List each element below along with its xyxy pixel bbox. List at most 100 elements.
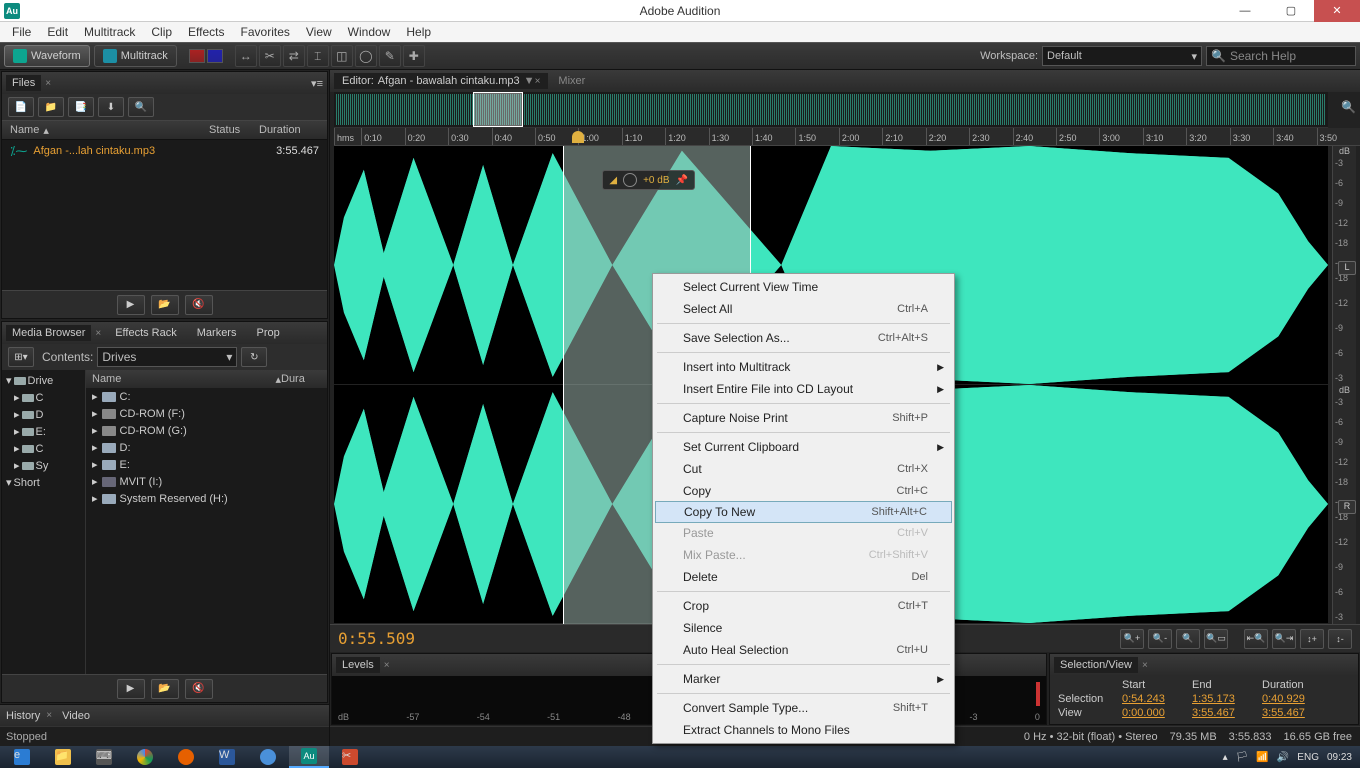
play-button[interactable]: ▶ <box>117 295 145 315</box>
tray-chevron-icon[interactable]: ▴ <box>1223 752 1228 763</box>
zoom-vertical-in-button[interactable]: ↕+ <box>1300 629 1324 649</box>
waveform-overview[interactable]: 🔍 <box>334 92 1328 128</box>
markers-tab[interactable]: Markers <box>191 325 243 341</box>
taskbar-chrome[interactable] <box>125 746 165 768</box>
context-menu-item[interactable]: Auto Heal SelectionCtrl+U <box>655 639 952 661</box>
tray-clock[interactable]: 09:23 <box>1327 752 1352 763</box>
close-icon[interactable]: × <box>95 328 101 339</box>
loop-button[interactable]: 📂 <box>151 295 179 315</box>
tray-volume-icon[interactable]: 🔊 <box>1277 752 1289 763</box>
menu-favorites[interactable]: Favorites <box>233 23 298 41</box>
channel-left-badge[interactable]: L <box>1338 261 1356 275</box>
zoom-in-end-button[interactable]: 🔍⇥ <box>1272 629 1296 649</box>
brush-tool[interactable]: ✎ <box>379 45 401 67</box>
menu-edit[interactable]: Edit <box>39 23 76 41</box>
list-col-duration[interactable]: Dura <box>281 373 321 385</box>
list-item[interactable]: ▸MVIT (I:) <box>86 473 327 490</box>
marquee-tool[interactable]: ◫ <box>331 45 353 67</box>
video-tab[interactable]: Video <box>62 710 90 722</box>
col-name[interactable]: Name <box>10 124 39 136</box>
taskbar-audition[interactable]: Au <box>289 746 329 768</box>
context-menu-item[interactable]: Insert Entire File into CD Layout▶ <box>655 378 952 400</box>
close-button[interactable]: ✕ <box>1314 0 1360 22</box>
list-item[interactable]: ▸C: <box>86 388 327 405</box>
context-menu-item[interactable]: Extract Channels to Mono Files <box>655 719 952 741</box>
pin-icon[interactable]: 📌 <box>676 175 688 186</box>
record-button[interactable]: ⬇ <box>98 97 124 117</box>
contents-select[interactable]: Drives▾ <box>97 347 237 367</box>
playhead-marker[interactable] <box>572 131 584 143</box>
panel-menu-icon[interactable]: ▾≡ <box>311 77 323 90</box>
menu-file[interactable]: File <box>4 23 39 41</box>
selection-end[interactable]: 1:35.173 <box>1192 693 1262 705</box>
context-menu-item[interactable]: Marker▶ <box>655 668 952 690</box>
files-tab[interactable]: Files <box>6 75 41 91</box>
maximize-button[interactable]: ▢ <box>1268 0 1314 22</box>
time-ruler[interactable]: hms 0:10 0:20 0:30 0:40 0:50 1:00 1:10 1… <box>334 128 1360 146</box>
menu-help[interactable]: Help <box>398 23 439 41</box>
filter-button[interactable]: 🔍 <box>128 97 154 117</box>
context-menu-item[interactable]: Insert into Multitrack▶ <box>655 356 952 378</box>
selection-start[interactable]: 0:54.243 <box>1122 693 1192 705</box>
autoplay-button[interactable]: 🔇 <box>185 295 213 315</box>
open-file-button[interactable]: 📄 <box>8 97 34 117</box>
col-status[interactable]: Status <box>209 124 259 136</box>
overview-selection[interactable] <box>473 92 523 127</box>
tree-item[interactable]: ▾ Short <box>2 474 85 491</box>
move-tool[interactable]: ↔ <box>235 45 257 67</box>
context-menu-item[interactable]: Copy To NewShift+Alt+C <box>655 501 952 523</box>
col-duration[interactable]: Duration <box>259 124 319 136</box>
menu-view[interactable]: View <box>298 23 340 41</box>
zoom-in-start-button[interactable]: ⇤🔍 <box>1244 629 1268 649</box>
loop-button[interactable]: 📂 <box>151 679 179 699</box>
taskbar-firefox[interactable] <box>166 746 206 768</box>
menu-clip[interactable]: Clip <box>143 23 180 41</box>
tree-item[interactable]: ▸E: <box>2 423 85 440</box>
zoom-selection-button[interactable]: 🔍▭ <box>1204 629 1228 649</box>
close-icon[interactable]: × <box>535 76 541 87</box>
lasso-tool[interactable]: ◯ <box>355 45 377 67</box>
list-item[interactable]: ▸E: <box>86 456 327 473</box>
editor-tab[interactable]: Editor: Afgan - bawalah cintaku.mp3 ▼ × <box>334 73 548 89</box>
taskbar-explorer[interactable]: 📁 <box>43 746 83 768</box>
context-menu-item[interactable]: Select Current View Time <box>655 276 952 298</box>
levels-tab[interactable]: Levels <box>336 657 380 673</box>
taskbar-keyboard[interactable]: ⌨ <box>84 746 124 768</box>
menu-multitrack[interactable]: Multitrack <box>76 23 143 41</box>
zoom-icon[interactable]: 🔍 <box>1341 100 1356 114</box>
selection-duration[interactable]: 0:40.929 <box>1262 693 1332 705</box>
spectral-pitch-button[interactable] <box>207 49 223 63</box>
context-menu-item[interactable]: Silence <box>655 617 952 639</box>
heal-tool[interactable]: ✚ <box>403 45 425 67</box>
new-file-button[interactable]: 📑 <box>68 97 94 117</box>
minimize-button[interactable]: — <box>1222 0 1268 22</box>
close-icon[interactable]: × <box>45 78 51 89</box>
media-browser-tab[interactable]: Media Browser <box>6 325 91 341</box>
context-menu-item[interactable]: DeleteDel <box>655 566 952 588</box>
context-menu-item[interactable]: CopyCtrl+C <box>655 480 952 502</box>
taskbar-snip[interactable]: ✂ <box>330 746 370 768</box>
taskbar-word[interactable]: W <box>207 746 247 768</box>
multitrack-mode-button[interactable]: Multitrack <box>94 45 177 67</box>
browser-filter-button[interactable]: ⊞▾ <box>8 347 34 367</box>
tree-item[interactable]: ▸C <box>2 389 85 406</box>
view-end[interactable]: 3:55.467 <box>1192 707 1262 719</box>
context-menu-item[interactable]: Capture Noise PrintShift+P <box>655 407 952 429</box>
taskbar-app[interactable] <box>248 746 288 768</box>
selection-view-tab[interactable]: Selection/View <box>1054 657 1138 673</box>
list-col-name[interactable]: Name <box>92 373 275 385</box>
menu-effects[interactable]: Effects <box>180 23 232 41</box>
mixer-tab[interactable]: Mixer <box>550 73 593 89</box>
list-item[interactable]: ▸CD-ROM (F:) <box>86 405 327 422</box>
properties-tab[interactable]: Prop <box>250 325 285 341</box>
zoom-vertical-out-button[interactable]: ↕- <box>1328 629 1352 649</box>
gain-knob[interactable] <box>623 173 637 187</box>
view-start[interactable]: 0:00.000 <box>1122 707 1192 719</box>
list-item[interactable]: ▸D: <box>86 439 327 456</box>
chevron-down-icon[interactable]: ▼ <box>524 75 535 87</box>
context-menu-item[interactable]: Select AllCtrl+A <box>655 298 952 320</box>
taskbar-ie[interactable]: e <box>2 746 42 768</box>
zoom-full-button[interactable]: 🔍 <box>1176 629 1200 649</box>
effects-rack-tab[interactable]: Effects Rack <box>109 325 183 341</box>
history-tab[interactable]: History <box>6 710 40 722</box>
